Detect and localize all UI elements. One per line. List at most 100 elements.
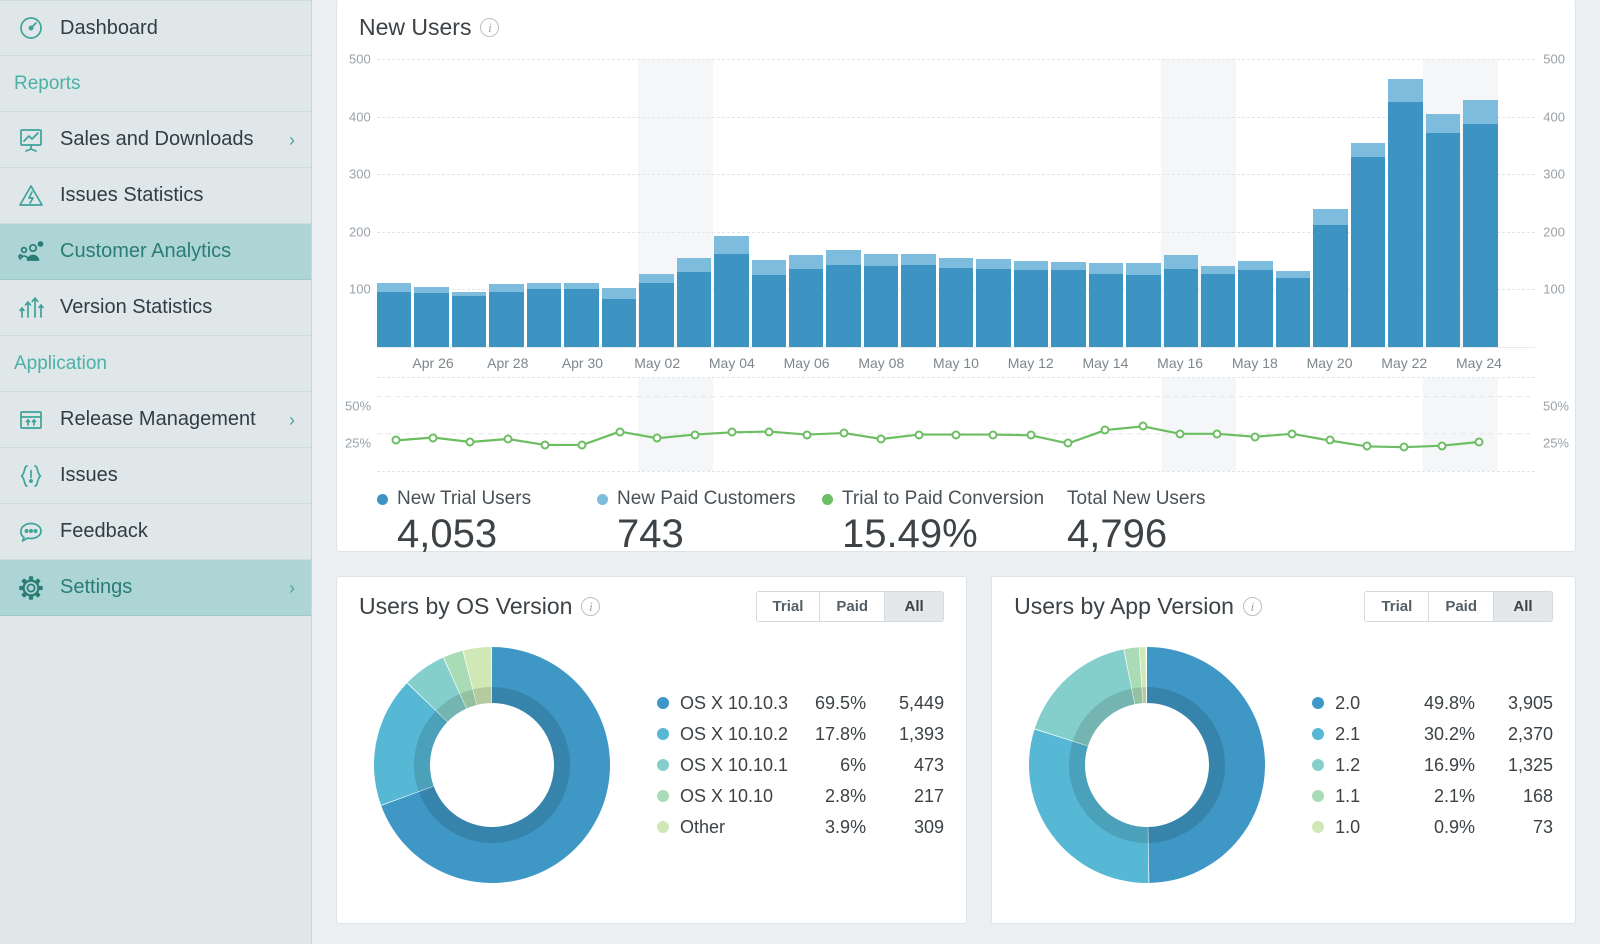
bar-column[interactable] [1313, 208, 1348, 347]
bar-column[interactable] [526, 283, 562, 347]
sidebar-item-version-statistics[interactable]: Version Statistics [0, 280, 311, 336]
toggle-paid[interactable]: Paid [820, 592, 886, 621]
sidebar-item-issues[interactable]: Issues [0, 448, 311, 504]
bar-column[interactable] [751, 260, 786, 347]
legend-row[interactable]: 1.2 16.9% 1,325 [1312, 750, 1553, 781]
bar-column[interactable] [1051, 262, 1086, 347]
legend-row[interactable]: 2.0 49.8% 3,905 [1312, 688, 1553, 719]
toggle-paid[interactable]: Paid [1429, 592, 1494, 621]
line-data-point[interactable] [951, 430, 961, 440]
toggle-trial[interactable]: Trial [1365, 592, 1430, 621]
sidebar-item-release-management[interactable]: Release Management › [0, 392, 311, 448]
line-data-point[interactable] [503, 434, 513, 444]
bar-column[interactable] [901, 254, 936, 347]
line-data-point[interactable] [914, 430, 924, 440]
legend-row[interactable]: 2.1 30.2% 2,370 [1312, 719, 1553, 750]
bar-column[interactable] [414, 287, 449, 347]
legend-row[interactable]: OS X 10.10 2.8% 217 [657, 781, 944, 812]
sidebar-item-customer-analytics[interactable]: Customer Analytics [0, 224, 311, 280]
legend-label: 2.0 [1335, 692, 1361, 713]
bar-column[interactable] [976, 258, 1011, 347]
os-version-filter-toggle[interactable]: Trial Paid All [755, 591, 945, 622]
bar-column[interactable] [1200, 266, 1236, 347]
line-data-point[interactable] [577, 440, 587, 450]
line-data-point[interactable] [1287, 429, 1297, 439]
line-data-point[interactable] [391, 435, 401, 445]
line-data-point[interactable] [1325, 435, 1335, 445]
legend-row[interactable]: OS X 10.10.1 6% 473 [657, 750, 944, 781]
bar-column[interactable] [601, 287, 637, 347]
bar-column[interactable] [1350, 143, 1386, 347]
line-data-point[interactable] [1212, 429, 1222, 439]
sidebar-item-label: Feedback [60, 520, 148, 542]
legend-row[interactable]: OS X 10.10.3 69.5% 5,449 [657, 688, 944, 719]
bar-column[interactable] [377, 282, 412, 347]
info-icon[interactable]: i [480, 18, 500, 37]
bar-column[interactable] [938, 258, 974, 347]
bar-column[interactable] [639, 274, 674, 347]
line-data-point[interactable] [465, 437, 475, 447]
bar-column[interactable] [489, 284, 524, 347]
bar-segment-trial [1425, 132, 1461, 347]
bar-column[interactable] [1126, 263, 1161, 347]
line-data-point[interactable] [1474, 437, 1484, 447]
line-data-point[interactable] [1138, 421, 1148, 431]
line-data-point[interactable] [802, 430, 812, 440]
sidebar-item-issues-statistics[interactable]: Issues Statistics [0, 168, 311, 224]
bar-column[interactable] [1238, 261, 1273, 347]
sidebar-item-feedback[interactable]: Feedback [0, 504, 311, 560]
line-data-point[interactable] [690, 430, 700, 440]
bar-column[interactable] [826, 250, 861, 347]
line-data-point[interactable] [727, 427, 737, 437]
toggle-all[interactable]: All [1494, 592, 1552, 621]
legend-count: 1,393 [899, 723, 945, 744]
line-data-point[interactable] [876, 434, 886, 444]
bar-column[interactable] [1463, 100, 1498, 347]
toggle-all[interactable]: All [885, 592, 944, 621]
line-data-point[interactable] [764, 427, 774, 437]
line-data-point[interactable] [1437, 441, 1447, 451]
bar-column[interactable] [1163, 254, 1198, 347]
y-axis-tick-label: 100 [349, 281, 371, 297]
toggle-trial[interactable]: Trial [756, 592, 821, 621]
line-data-point[interactable] [1250, 432, 1260, 442]
line-data-point[interactable] [839, 428, 849, 438]
donut-slice[interactable] [1147, 647, 1266, 883]
bar-segment-trial [564, 288, 599, 347]
line-data-point[interactable] [652, 433, 662, 443]
sidebar-item-sales-and-downloads[interactable]: Sales and Downloads › [0, 112, 311, 168]
app-version-filter-toggle[interactable]: Trial Paid All [1364, 591, 1553, 622]
bar-column[interactable] [863, 254, 899, 347]
bar-segment-trial [526, 289, 562, 347]
info-icon[interactable]: i [1242, 597, 1262, 616]
line-data-point[interactable] [540, 440, 550, 450]
line-data-point[interactable] [1399, 442, 1409, 452]
bar-column[interactable] [1088, 262, 1124, 347]
sidebar-item-settings[interactable]: Settings › [0, 560, 311, 616]
legend-row[interactable]: 1.0 0.9% 73 [1312, 812, 1553, 843]
bar-column[interactable] [564, 283, 599, 347]
y-axis-tick-label: 400 [1543, 109, 1565, 125]
line-data-point[interactable] [988, 430, 998, 440]
legend-row[interactable]: Other 3.9% 309 [657, 812, 944, 843]
bar-column[interactable] [451, 291, 487, 347]
bar-column[interactable] [1013, 261, 1049, 347]
line-data-point[interactable] [428, 433, 438, 443]
bar-column[interactable] [714, 236, 749, 347]
line-data-point[interactable] [1175, 429, 1185, 439]
legend-row[interactable]: 1.1 2.1% 168 [1312, 781, 1553, 812]
line-data-point[interactable] [1100, 425, 1110, 435]
bar-column[interactable] [1275, 270, 1311, 347]
line-data-point[interactable] [1026, 430, 1036, 440]
bar-column[interactable] [1425, 113, 1461, 347]
info-icon[interactable]: i [581, 597, 601, 616]
sidebar-item-dashboard[interactable]: Dashboard [0, 0, 311, 56]
bar-column[interactable] [1388, 79, 1423, 347]
line-data-point[interactable] [1362, 441, 1372, 451]
bar-segment-trial [414, 293, 449, 347]
line-data-point[interactable] [1063, 438, 1073, 448]
bar-column[interactable] [676, 257, 712, 347]
legend-row[interactable]: OS X 10.10.2 17.8% 1,393 [657, 719, 944, 750]
bar-column[interactable] [788, 254, 824, 347]
line-data-point[interactable] [615, 427, 625, 437]
